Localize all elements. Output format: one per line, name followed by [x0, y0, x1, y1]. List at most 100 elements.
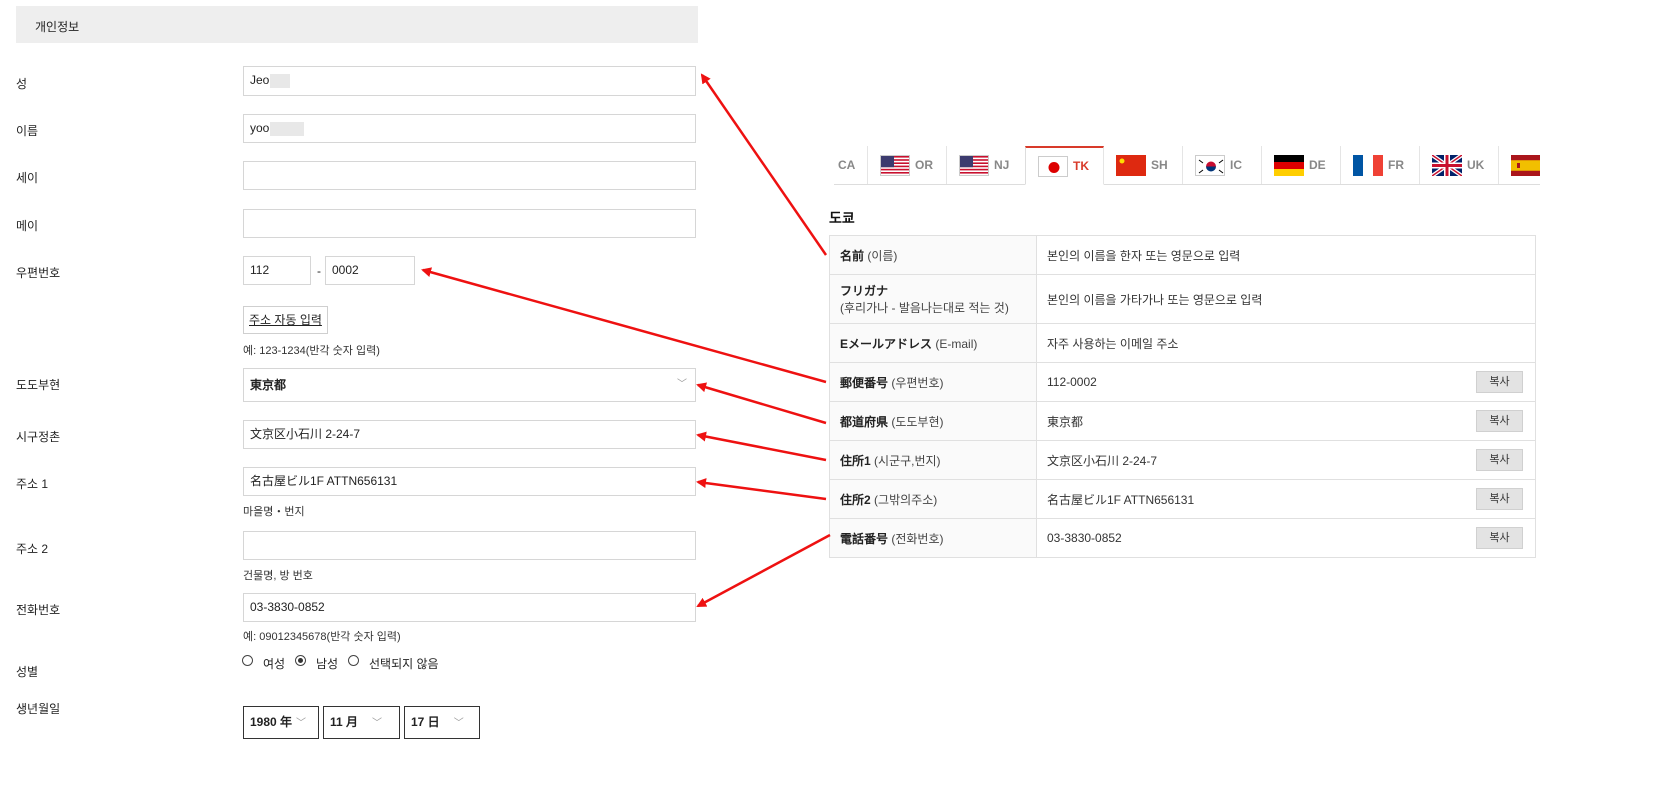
city-input[interactable]: 文京区小石川 2-24-7: [243, 420, 696, 449]
label-phone: 전화번호: [16, 603, 61, 617]
label-mei: 메이: [16, 219, 39, 233]
gender-radio-male[interactable]: [295, 655, 306, 666]
phone-input[interactable]: 03-3830-0852: [243, 593, 696, 622]
row-key: Eメールアドレス (E-mail): [829, 323, 1037, 363]
japan-flag-icon: [1038, 155, 1068, 177]
label-address1: 주소 1: [16, 477, 49, 491]
arrow-prefecture: [696, 382, 827, 425]
us-flag-icon: [959, 154, 989, 176]
label-prefecture: 도도부현: [16, 378, 61, 392]
row-value: 자주 사용하는 이메일 주소: [1036, 323, 1536, 363]
tab-ic[interactable]: IC: [1183, 146, 1262, 184]
tab-nj[interactable]: NJ: [947, 146, 1026, 184]
row-key: 都道府県 (도도부현): [829, 401, 1037, 441]
chevron-down-icon: ﹀: [296, 718, 307, 729]
china-flag-icon: [1116, 154, 1146, 176]
spain-flag-icon: [1511, 154, 1540, 176]
gender-radio-female[interactable]: [242, 655, 253, 666]
postal-second-input[interactable]: 0002: [325, 256, 415, 285]
chevron-down-icon: ﹀: [453, 718, 464, 729]
row-value-text: 112-0002: [1047, 375, 1097, 389]
uk-flag-icon: [1432, 154, 1462, 176]
label-birth: 생년월일: [16, 702, 61, 716]
key-main: 住所2: [840, 492, 871, 507]
birth-day-select[interactable]: 17 日 ﹀: [404, 706, 480, 739]
germany-flag-icon: [1274, 154, 1304, 176]
row-key: 名前 (이름): [829, 235, 1037, 275]
section-header: 개인정보: [16, 6, 698, 43]
row-value: 본인의 이름을 한자 또는 영문으로 입력: [1036, 235, 1536, 275]
row-value: 名古屋ビル1F ATTN656131 복사: [1036, 479, 1536, 519]
tab-sh[interactable]: SH: [1104, 146, 1183, 184]
label-first-name: 이름: [16, 124, 39, 138]
birth-year-select[interactable]: 1980 年 ﹀: [243, 706, 319, 739]
key-main: Eメールアドレス: [840, 336, 933, 351]
tab-es[interactable]: [1499, 146, 1540, 184]
gender-label-male: 남성: [316, 657, 339, 671]
postal-first-input[interactable]: 112: [243, 256, 311, 285]
prefecture-select[interactable]: 東京都 ﹀: [243, 368, 696, 402]
label-sei: 세이: [16, 171, 39, 185]
tab-ca[interactable]: CA: [834, 146, 868, 184]
gender-label-female: 여성: [263, 657, 286, 671]
city-tabs: CA OR NJ TK SH IC DE FR UK: [834, 146, 1540, 185]
birth-month-value: 11 月: [330, 715, 359, 729]
row-value-text: 03-3830-0852: [1047, 531, 1122, 545]
copy-button[interactable]: 복사: [1476, 488, 1523, 510]
copy-button[interactable]: 복사: [1476, 371, 1523, 393]
row-value-text: 東京都: [1047, 414, 1084, 429]
table-row: 電話番号 (전화번호) 03-3830-0852 복사: [829, 518, 1536, 558]
key-main: フリガナ: [840, 284, 889, 298]
row-value: 03-3830-0852 복사: [1036, 518, 1536, 558]
tab-label: NJ: [994, 158, 1010, 172]
copy-button[interactable]: 복사: [1476, 527, 1523, 549]
section-title: 개인정보: [35, 20, 80, 34]
label-last-name: 성: [16, 77, 28, 91]
tab-label: IC: [1230, 158, 1242, 172]
tab-uk[interactable]: UK: [1420, 146, 1499, 184]
phone-hint: 예: 09012345678(반각 숫자 입력): [243, 631, 401, 643]
address-autofill-button[interactable]: 주소 자동 입력: [243, 306, 328, 334]
tab-or[interactable]: OR: [868, 146, 947, 184]
row-key: 郵便番号 (우편번호): [829, 362, 1037, 402]
france-flag-icon: [1353, 154, 1383, 176]
label-address2: 주소 2: [16, 542, 49, 556]
key-main: 名前: [840, 248, 865, 263]
row-key: 電話番号 (전화번호): [829, 518, 1037, 558]
tab-label: TK: [1073, 159, 1089, 173]
tab-label: FR: [1388, 158, 1404, 172]
row-value: 112-0002 복사: [1036, 362, 1536, 402]
gender-radio-unselected[interactable]: [348, 655, 359, 666]
key-sub: (우편번호): [891, 375, 944, 390]
table-row: フリガナ (후리가나 - 발음나는대로 적는 것) 본인의 이름을 가타가나 또는…: [829, 274, 1536, 324]
city-title: 도쿄: [829, 210, 855, 226]
tab-label: CA: [838, 158, 856, 172]
tab-label: DE: [1309, 158, 1326, 172]
tab-fr[interactable]: FR: [1341, 146, 1420, 184]
tab-tk[interactable]: TK: [1025, 146, 1104, 185]
table-row: 住所1 (시군구,번지) 文京区小石川 2-24-7 복사: [829, 440, 1536, 480]
table-row: 都道府県 (도도부현) 東京都 복사: [829, 401, 1536, 441]
key-sub: (후리가나 - 발음나는대로 적는 것): [840, 301, 1009, 315]
row-value-text: 文京区小石川 2-24-7: [1047, 453, 1158, 468]
birth-month-select[interactable]: 11 月 ﹀: [323, 706, 400, 739]
row-value: 東京都 복사: [1036, 401, 1536, 441]
label-postal: 우편번호: [16, 266, 61, 280]
first-name-input[interactable]: yoo: [243, 114, 696, 143]
last-name-input[interactable]: Jeo: [243, 66, 696, 96]
tab-label: UK: [1467, 158, 1485, 172]
redaction-blur: [270, 121, 305, 136]
last-name-value: Jeo: [250, 73, 270, 87]
mei-input[interactable]: [243, 209, 696, 238]
copy-button[interactable]: 복사: [1476, 449, 1523, 471]
postal-separator: -: [317, 264, 321, 278]
label-gender: 성별: [16, 665, 39, 679]
address1-input[interactable]: 名古屋ビル1F ATTN656131: [243, 467, 696, 496]
copy-button[interactable]: 복사: [1476, 410, 1523, 432]
sei-input[interactable]: [243, 161, 696, 190]
key-sub: (전화번호): [891, 531, 944, 546]
tab-de[interactable]: DE: [1262, 146, 1341, 184]
info-table: 名前 (이름) 본인의 이름을 한자 또는 영문으로 입력 フリガナ (후리가나 …: [829, 235, 1536, 558]
arrow-city: [696, 431, 827, 462]
address2-input[interactable]: [243, 531, 696, 560]
